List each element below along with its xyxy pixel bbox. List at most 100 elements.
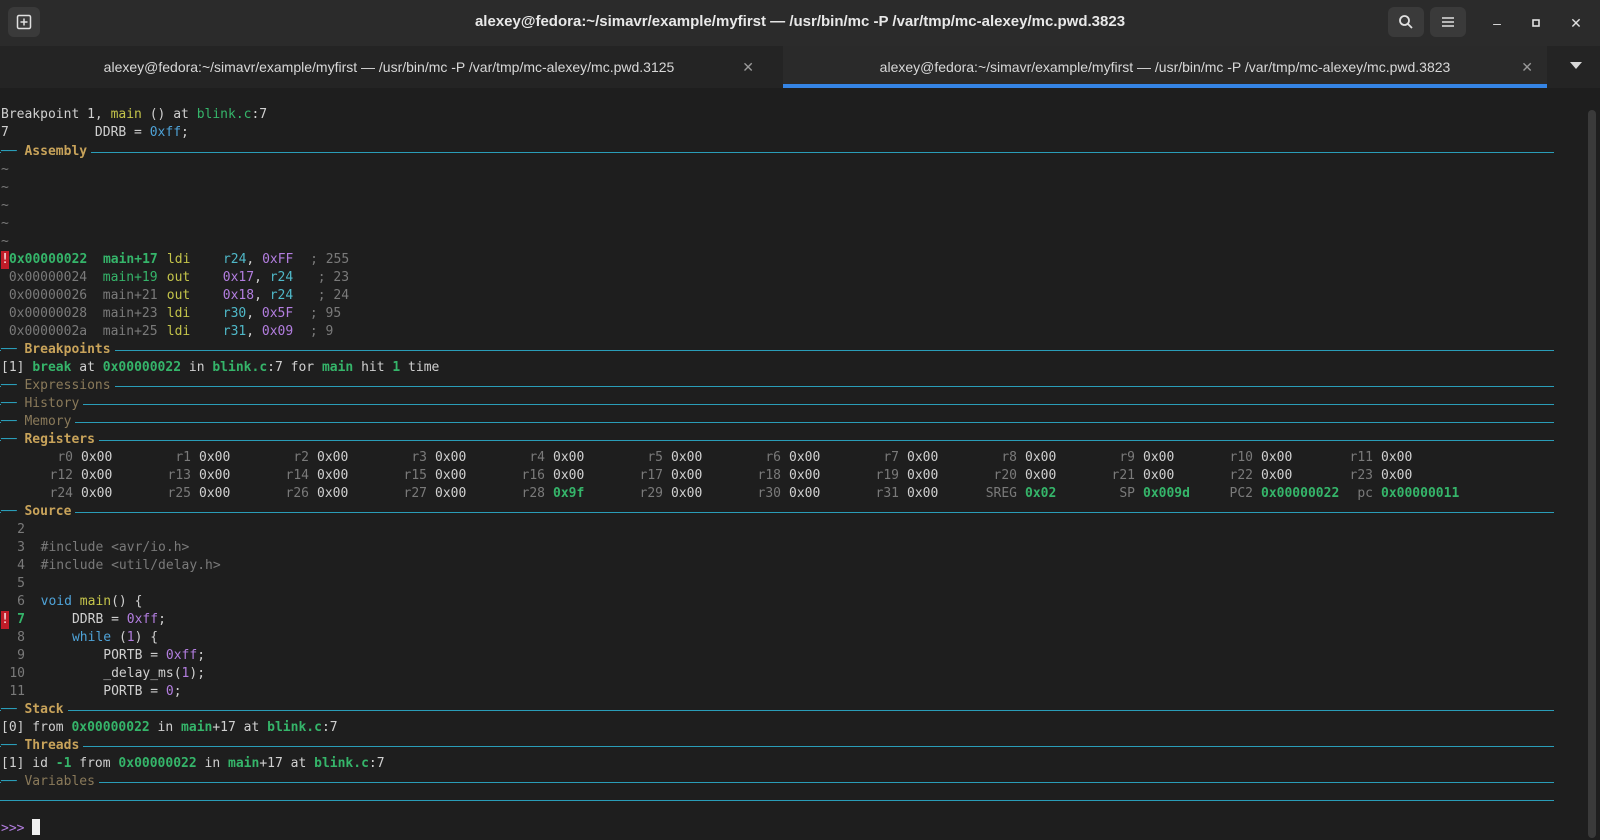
section-memory: ── Memory bbox=[1, 413, 76, 431]
register-name: r27 bbox=[403, 486, 427, 501]
tab-list-dropdown-icon[interactable] bbox=[1570, 62, 1582, 69]
register-r29: r29 0x00 bbox=[591, 485, 703, 503]
register-name: SREG bbox=[985, 486, 1017, 501]
source-line: 2 bbox=[17, 522, 25, 537]
section-stack: ── Stack bbox=[1, 701, 68, 719]
register-value: 0x00 bbox=[789, 468, 821, 483]
register-value: 0x00 bbox=[671, 468, 703, 483]
source-line: 6 void main() { bbox=[17, 594, 143, 609]
maximize-button[interactable] bbox=[1525, 12, 1547, 34]
asm-row: !0x00000022 main+17 ldi r24, 0xFF; 255 bbox=[1, 251, 350, 269]
tab-mc-3125[interactable]: alexey@fedora:~/simavr/example/myfirst —… bbox=[10, 46, 768, 88]
register-name: PC2 bbox=[1229, 486, 1253, 501]
register-value: 0x9f bbox=[553, 486, 585, 501]
register-value: 0x00 bbox=[553, 468, 585, 483]
empty-line: ~ bbox=[1, 162, 9, 177]
source-line: 11 PORTB = 0; bbox=[9, 684, 182, 699]
section-divider bbox=[0, 746, 1554, 747]
register-value: 0x00 bbox=[199, 468, 231, 483]
register-value: 0x00 bbox=[1381, 468, 1413, 483]
register-name: r10 bbox=[1229, 450, 1253, 465]
asm-row: 0x0000002a main+25 ldi r31, 0x09; 9 bbox=[8, 324, 334, 339]
close-window-button[interactable]: ✕ bbox=[1565, 12, 1587, 34]
register-r8: r8 0x00 bbox=[945, 449, 1056, 467]
register-value: 0x00 bbox=[671, 486, 703, 501]
register-name: r13 bbox=[167, 468, 191, 483]
register-value: 0x00 bbox=[435, 450, 467, 465]
tab-close-icon[interactable]: ✕ bbox=[742, 59, 754, 76]
register-r0: r0 0x00 bbox=[1, 449, 112, 467]
register-r20: r20 0x00 bbox=[945, 467, 1057, 485]
register-r18: r18 0x00 bbox=[709, 467, 821, 485]
register-name: r16 bbox=[521, 468, 545, 483]
register-sreg: SREG 0x02 bbox=[945, 485, 1057, 503]
title-bar: alexey@fedora:~/simavr/example/myfirst —… bbox=[0, 0, 1600, 47]
register-value: 0x00 bbox=[553, 450, 585, 465]
asm-row: 0x00000026 main+21 out 0x18, r24; 24 bbox=[8, 288, 350, 303]
menu-button[interactable] bbox=[1430, 7, 1466, 37]
register-value: 0x00 bbox=[671, 450, 703, 465]
gdb-prompt[interactable]: >>> bbox=[1, 819, 41, 837]
breakpoint-hit-line: Breakpoint 1, main () at blink.c:7 bbox=[1, 107, 268, 122]
register-r4: r4 0x00 bbox=[473, 449, 584, 467]
source-line: 4 #include <util/delay.h> bbox=[17, 558, 221, 573]
register-name: r0 bbox=[57, 450, 73, 465]
section-threads: ── Threads bbox=[1, 737, 84, 755]
section-assembly: ── Assembly bbox=[1, 143, 92, 161]
register-r31: r31 0x00 bbox=[827, 485, 939, 503]
search-icon bbox=[1399, 15, 1413, 29]
register-r3: r3 0x00 bbox=[355, 449, 466, 467]
register-value: 0x00 bbox=[907, 468, 939, 483]
section-divider bbox=[0, 386, 1554, 387]
minimize-icon: – bbox=[1493, 15, 1501, 31]
register-value: 0x00 bbox=[1025, 468, 1057, 483]
register-r12: r12 0x00 bbox=[1, 467, 113, 485]
register-r24: r24 0x00 bbox=[1, 485, 113, 503]
empty-line: ~ bbox=[1, 216, 9, 231]
register-name: r7 bbox=[883, 450, 899, 465]
register-name: r4 bbox=[529, 450, 545, 465]
register-r15: r15 0x00 bbox=[355, 467, 467, 485]
tab-mc-3823[interactable]: alexey@fedora:~/simavr/example/myfirst —… bbox=[783, 46, 1547, 88]
section-divider bbox=[0, 404, 1554, 405]
register-name: r26 bbox=[285, 486, 309, 501]
terminal[interactable]: Breakpoint 1, main () at blink.c:7 7 DDR… bbox=[0, 88, 1586, 840]
text-cursor bbox=[32, 819, 41, 835]
section-history: ── History bbox=[1, 395, 84, 413]
register-value: 0x00 bbox=[1143, 450, 1175, 465]
register-name: r1 bbox=[175, 450, 191, 465]
register-value: 0x00 bbox=[1261, 450, 1293, 465]
register-name: r5 bbox=[647, 450, 663, 465]
register-name: r3 bbox=[411, 450, 427, 465]
register-r22: r22 0x00 bbox=[1181, 467, 1293, 485]
register-value: 0x00 bbox=[317, 450, 349, 465]
register-name: r12 bbox=[49, 468, 73, 483]
register-r26: r26 0x00 bbox=[237, 485, 349, 503]
tab-bar: alexey@fedora:~/simavr/example/myfirst —… bbox=[0, 46, 1600, 88]
register-r25: r25 0x00 bbox=[119, 485, 231, 503]
register-name: r14 bbox=[285, 468, 309, 483]
register-value: 0x00 bbox=[317, 486, 349, 501]
register-r2: r2 0x00 bbox=[237, 449, 348, 467]
search-button[interactable] bbox=[1388, 7, 1424, 37]
register-value: 0x00 bbox=[81, 486, 113, 501]
register-name: r9 bbox=[1119, 450, 1135, 465]
minimize-button[interactable]: – bbox=[1486, 12, 1508, 34]
register-value: 0x00 bbox=[435, 468, 467, 483]
register-name: r19 bbox=[875, 468, 899, 483]
register-r30: r30 0x00 bbox=[709, 485, 821, 503]
register-value: 0x00 bbox=[1143, 468, 1175, 483]
section-divider bbox=[0, 440, 1554, 441]
register-name: r29 bbox=[639, 486, 663, 501]
section-divider bbox=[0, 800, 1554, 801]
source-line: 3 #include <avr/io.h> bbox=[17, 540, 190, 555]
source-line: 9 PORTB = 0xff; bbox=[17, 648, 206, 663]
terminal-scrollbar[interactable] bbox=[1588, 110, 1596, 838]
register-name: r2 bbox=[293, 450, 309, 465]
tab-close-icon[interactable]: ✕ bbox=[1521, 59, 1533, 76]
section-divider bbox=[0, 782, 1554, 783]
register-name: r25 bbox=[167, 486, 191, 501]
hamburger-menu-icon bbox=[1442, 17, 1454, 27]
section-divider bbox=[0, 152, 1554, 153]
tab-label: alexey@fedora:~/simavr/example/myfirst —… bbox=[103, 59, 675, 75]
